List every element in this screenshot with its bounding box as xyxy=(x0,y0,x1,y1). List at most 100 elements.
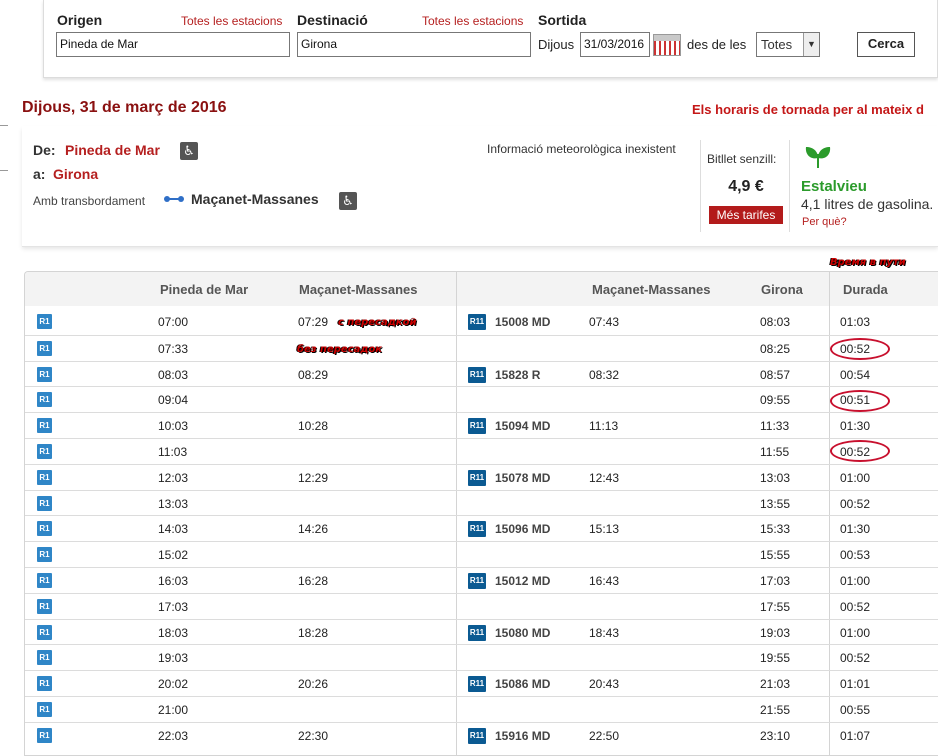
table-row[interactable]: R1 11:03 11:55 00:52 xyxy=(25,438,938,464)
table-row[interactable]: R1 14:03 14:26 15:13 15:33 01:30 R11 15096 MD xyxy=(25,515,938,541)
weather-info: Informació meteorològica inexistent xyxy=(487,142,676,156)
departure-time: 17:03 xyxy=(158,599,189,614)
to-station[interactable]: Girona xyxy=(53,166,98,182)
table-row[interactable]: R1 22:03 22:30 22:50 23:10 01:07 R11 15916 MD xyxy=(25,721,938,748)
train-number[interactable]: 15012 MD xyxy=(495,574,550,588)
departure-time: 07:33 xyxy=(158,341,189,356)
page-title: Dijous, 31 de març de 2016 xyxy=(22,99,227,116)
line-badge-r1: R1 xyxy=(37,547,52,563)
duration: 01:03 xyxy=(840,315,871,329)
arrival-time: 17:03 xyxy=(760,574,791,588)
table-row[interactable]: R1 16:03 16:28 16:43 17:03 01:00 R11 15012 MD xyxy=(25,567,938,593)
transfer-departure-time: 11:13 xyxy=(589,419,619,434)
return-schedule-link[interactable]: Els horaris de tornada per al mateix d xyxy=(692,102,924,117)
destination-input[interactable]: Girona xyxy=(297,32,531,57)
transfer-icon xyxy=(164,196,184,202)
arrival-time: 08:25 xyxy=(760,341,791,356)
origin-all-stations-link[interactable]: Totes les estacions xyxy=(181,14,282,28)
divider xyxy=(22,246,938,247)
origin-input[interactable]: Pineda de Mar xyxy=(56,32,290,57)
table-row[interactable]: R1 12:03 12:29 12:43 13:03 01:00 R11 15078 MD xyxy=(25,463,938,490)
search-panel: Origen Totes les estacions Pineda de Mar… xyxy=(43,0,938,78)
transfer-station[interactable]: Maçanet-Massanes xyxy=(191,191,319,207)
duration: 01:00 xyxy=(840,625,871,640)
arrival-time: 08:03 xyxy=(760,315,791,329)
transfer-departure-time: 08:32 xyxy=(589,367,620,382)
from-time-label: des de les xyxy=(687,37,747,52)
wheelchair-icon: ♿ xyxy=(339,192,357,210)
table-row[interactable]: R1 08:03 08:29 08:32 08:57 00:54 R11 15828 R xyxy=(25,360,938,387)
duration: 00:54 xyxy=(840,367,871,382)
departure-time: 16:03 xyxy=(158,574,189,588)
margin-dash xyxy=(0,170,8,171)
eco-why-link[interactable]: Per què? xyxy=(802,216,847,228)
train-number[interactable]: 15094 MD xyxy=(495,419,550,433)
table-row[interactable]: R1 15:02 15:55 00:53 xyxy=(25,541,938,567)
calendar-icon[interactable] xyxy=(653,34,681,56)
transfer-arrival-time: 08:29 xyxy=(298,367,329,382)
duration: 00:53 xyxy=(840,548,871,563)
table-row[interactable]: R1 07:00 07:29 07:43 08:03 01:03 R11 15008 MD xyxy=(25,309,938,335)
chevron-down-icon[interactable]: ▼ xyxy=(803,33,819,56)
departure-time: 11:03 xyxy=(158,445,188,459)
destination-all-stations-link[interactable]: Totes les estacions xyxy=(422,14,523,28)
table-row[interactable]: R1 10:03 10:28 11:13 11:33 01:30 R11 15094 MD xyxy=(25,412,938,438)
line-badge-r1: R1 xyxy=(37,624,52,640)
line-badge-r11: R11 xyxy=(468,418,486,435)
arrival-time: 19:55 xyxy=(760,651,791,666)
time-select[interactable]: Totes ▼ xyxy=(756,32,820,57)
departure-label: Sortida xyxy=(538,12,587,28)
table-row[interactable]: R1 18:03 18:28 18:43 19:03 01:00 R11 15080 MD xyxy=(25,618,938,645)
line-badge-r11: R11 xyxy=(468,469,486,486)
departure-time: 07:00 xyxy=(158,315,189,329)
annotation-travel-time: Время в пути xyxy=(830,257,906,268)
search-button[interactable]: Cerca xyxy=(857,32,915,57)
arrival-time: 08:57 xyxy=(760,367,791,382)
table-row[interactable]: R1 09:04 09:55 00:51 xyxy=(25,386,938,412)
line-badge-r1: R1 xyxy=(37,727,52,743)
duration: 01:00 xyxy=(840,574,871,588)
col-transfer-arrive: Maçanet-Massanes xyxy=(299,282,418,297)
train-number[interactable]: 15008 MD xyxy=(495,315,550,329)
train-number[interactable]: 15916 MD xyxy=(495,729,550,743)
table-row[interactable]: R1 17:03 17:55 00:52 xyxy=(25,592,938,619)
transfer-arrival-time: 10:28 xyxy=(298,419,329,434)
transfer-arrival-time: 12:29 xyxy=(298,470,329,485)
arrival-time: 23:10 xyxy=(760,728,791,743)
line-badge-r1: R1 xyxy=(37,366,52,382)
duration: 01:07 xyxy=(840,728,871,743)
train-number[interactable]: 15096 MD xyxy=(495,522,550,536)
line-badge-r11: R11 xyxy=(468,521,486,538)
transfer-arrival-time: 14:26 xyxy=(298,522,329,537)
duration: 01:30 xyxy=(840,419,871,434)
table-row[interactable]: R1 13:03 13:55 00:52 xyxy=(25,489,938,516)
timetable: Pineda de Mar Maçanet-Massanes Maçanet-M… xyxy=(24,271,938,756)
duration: 00:52 xyxy=(840,651,871,666)
transfer-departure-time: 20:43 xyxy=(589,677,620,692)
arrival-time: 17:55 xyxy=(760,599,791,614)
departure-time: 09:04 xyxy=(158,393,189,408)
wheelchair-icon: ♿ xyxy=(180,142,198,160)
line-badge-r1: R1 xyxy=(37,392,52,408)
table-row[interactable]: R1 20:02 20:26 20:43 21:03 01:01 R11 15086 MD xyxy=(25,670,938,696)
table-row[interactable]: R1 07:33 08:25 00:52 xyxy=(25,334,938,361)
transfer-arrival-time: 16:28 xyxy=(298,574,329,588)
date-input[interactable]: 31/03/2016 xyxy=(580,32,650,57)
arrival-time: 11:33 xyxy=(760,419,790,434)
departure-time: 14:03 xyxy=(158,522,189,537)
train-number[interactable]: 15080 MD xyxy=(495,626,550,640)
line-badge-r11: R11 xyxy=(468,727,486,744)
duration: 00:52 xyxy=(840,599,871,614)
arrival-time: 21:55 xyxy=(760,703,791,717)
train-number[interactable]: 15828 R xyxy=(495,368,540,382)
train-number[interactable]: 15078 MD xyxy=(495,471,550,485)
table-row[interactable]: R1 21:00 21:55 00:55 xyxy=(25,696,938,722)
more-fares-button[interactable]: Més tarifes xyxy=(709,206,783,224)
departure-time: 15:02 xyxy=(158,548,189,563)
train-number[interactable]: 15086 MD xyxy=(495,677,550,691)
from-station[interactable]: Pineda de Mar xyxy=(65,142,160,158)
table-row[interactable]: R1 19:03 19:55 00:52 xyxy=(25,644,938,670)
eco-subtitle: 4,1 litres de gasolina. xyxy=(801,196,934,212)
departure-time: 19:03 xyxy=(158,651,189,666)
transfer-label: Amb transbordament xyxy=(33,194,146,208)
